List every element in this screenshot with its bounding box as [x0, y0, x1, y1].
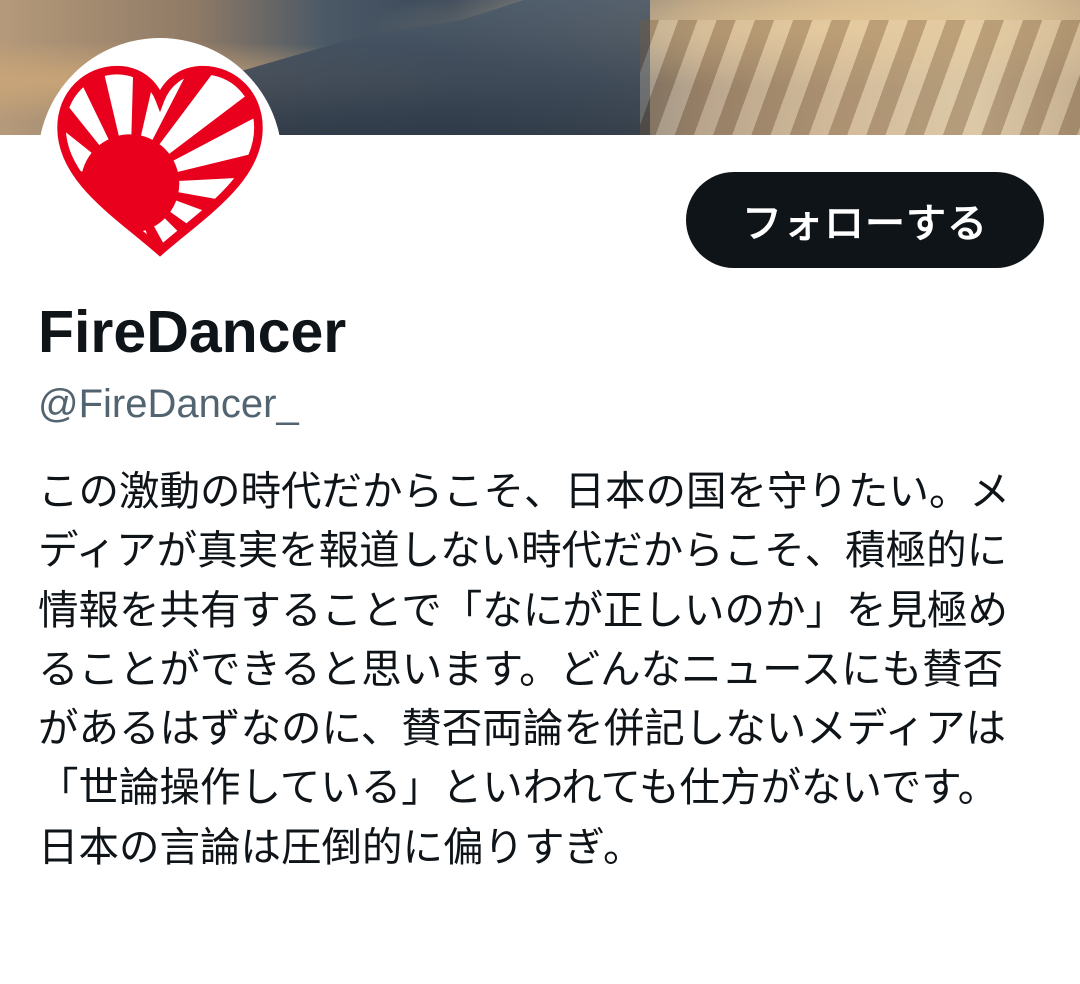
profile-bio: この激動の時代だからこそ、日本の国を守りたい。メディアが真実を報道しない時代だか…	[38, 467, 1010, 871]
follow-button[interactable]: フォローする	[686, 172, 1044, 268]
banner-rooftops-shape	[640, 20, 1080, 135]
user-handle: @FireDancer_	[38, 382, 299, 426]
avatar[interactable]	[38, 38, 282, 282]
banner-cathedral-shape	[230, 0, 650, 135]
display-name: FireDancer	[38, 299, 347, 365]
rising-sun-heart-icon	[57, 65, 263, 257]
